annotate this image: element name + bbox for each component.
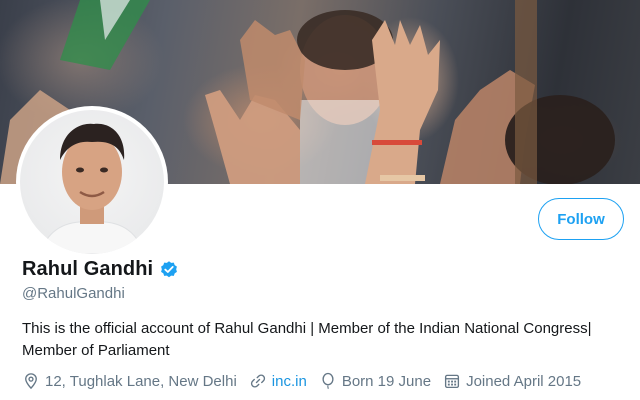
joined-text: Joined April 2015 [466,372,582,390]
profile-joined: Joined April 2015 [443,372,581,390]
link-icon [250,374,265,388]
profile-name: Rahul Gandhi [22,258,154,280]
profile-location: 12, Tughlak Lane, New Delhi [22,372,237,390]
balloon-icon [322,372,334,390]
profile-website[interactable]: inc.in [249,372,307,390]
calendar-icon [445,374,460,389]
profile-handle: @RahulGandhi [22,285,125,302]
profile-bio: This is the official account of Rahul Ga… [22,320,592,359]
location-text: 12, Tughlak Lane, New Delhi [45,372,237,390]
location-pin-icon [25,373,37,390]
website-link[interactable]: inc.in [272,373,307,390]
verified-badge-icon [161,260,178,277]
birthday-text: Born 19 June [341,372,432,390]
profile-name-row: Rahul Gandhi [22,258,179,281]
profile-birthday: Born 19 June [319,372,431,390]
avatar-portrait-image [39,123,145,254]
avatar-frame[interactable] [16,106,168,258]
follow-button[interactable]: Follow [538,198,624,240]
avatar[interactable] [20,110,164,254]
profile-meta-row: 12, Tughlak Lane, New Delhi inc.in Born … [22,372,593,390]
